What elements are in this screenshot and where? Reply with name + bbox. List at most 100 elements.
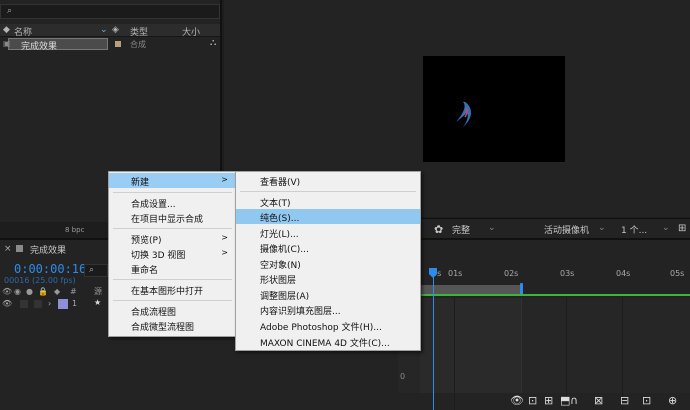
layer-index: 1: [72, 299, 78, 308]
ruler-tick: 04s: [616, 269, 631, 278]
menu-item-new[interactable]: 新建 >: [109, 173, 236, 188]
ruler-tick: 05s: [670, 269, 685, 278]
timeline-tab-label: 完成效果: [30, 246, 67, 256]
submenu-arrow-icon: >: [221, 175, 228, 184]
flowchart-icon[interactable]: ⛬: [210, 38, 216, 48]
work-area-bar[interactable]: [420, 285, 522, 294]
lock-toggle[interactable]: [34, 300, 42, 308]
menu-item-cinema4d-file[interactable]: MAXON CINEMA 4D 文件(C)...: [236, 334, 420, 349]
layer-label-swatch[interactable]: [58, 299, 68, 309]
menu-item-switch-3d-view[interactable]: 切换 3D 视图 >: [109, 246, 236, 261]
lock-icon[interactable]: 🔒: [38, 287, 48, 296]
menu-item-preview[interactable]: 预览(P) >: [109, 231, 236, 246]
graph-editor-toolbar: 👁 ⊡ ⊞ ⬒ ∩ ⊠ ⊟ ⊡ ⊕: [508, 394, 690, 410]
timeline-search-input[interactable]: ⌕: [84, 264, 108, 277]
menu-item-content-aware-fill-layer[interactable]: 内容识别填充图层...: [236, 302, 420, 317]
label-tag-icon: ◆: [54, 287, 61, 296]
submenu-arrow-icon: >: [221, 233, 228, 242]
grid-line: [454, 298, 455, 410]
composition-canvas[interactable]: [423, 56, 565, 162]
tag-icon: ◈: [112, 25, 119, 35]
expand-icon[interactable]: ⊞: [678, 223, 686, 234]
menu-item-camera[interactable]: 摄像机(C)...: [236, 240, 420, 255]
project-item-name[interactable]: ▣ 完成效果: [3, 38, 108, 52]
menu-separator: [113, 192, 232, 193]
fish-shape: [456, 101, 471, 127]
chevron-down-icon: ⌄: [488, 223, 496, 233]
views-dropdown[interactable]: 1 个...: [621, 223, 647, 236]
label-icon: ◆: [3, 25, 10, 35]
timeline-tab[interactable]: × 完成效果: [0, 242, 110, 256]
label-swatch[interactable]: [115, 41, 121, 47]
eye-icon[interactable]: 👁: [510, 394, 524, 407]
column-type[interactable]: 类型: [130, 25, 148, 38]
layer-track-bar[interactable]: [420, 298, 522, 393]
render-bar: [420, 294, 690, 296]
menu-item-text[interactable]: 文本(T): [236, 194, 420, 209]
ruler-tick: 01s: [448, 269, 463, 278]
audio-icon[interactable]: ◉: [14, 287, 21, 296]
search-icon: ⌕: [89, 265, 95, 275]
magnet-icon[interactable]: ∩: [570, 394, 578, 407]
menu-separator: [240, 191, 416, 192]
project-item-row[interactable]: ▣ 完成效果 合成 ⛬: [0, 38, 220, 52]
menu-separator: [113, 300, 232, 301]
solo-icon[interactable]: ●: [26, 287, 33, 296]
playhead-line[interactable]: [433, 268, 434, 410]
project-search-input[interactable]: ⌕: [0, 4, 220, 19]
menu-separator: [113, 228, 232, 229]
menu-item-rename[interactable]: 重命名: [109, 261, 236, 276]
ruler-tick: 02s: [504, 269, 519, 278]
layer-row[interactable]: 👁 › 1 ★: [0, 298, 108, 310]
new-submenu: 查看器(V) 文本(T) 纯色(S)... 灯光(L)... 摄像机(C)...…: [235, 171, 421, 351]
menu-item-light[interactable]: 灯光(L)...: [236, 225, 420, 240]
menu-item-open-essential-graphics[interactable]: 在基本图形中打开: [109, 282, 236, 297]
source-name-column[interactable]: 源: [94, 286, 102, 297]
chevron-down-icon: ⌄: [662, 223, 670, 233]
auto-zoom-icon[interactable]: ⬒: [560, 394, 570, 407]
submenu-arrow-icon: >: [221, 248, 228, 257]
menu-item-flowchart[interactable]: 合成流程图: [109, 303, 236, 318]
camera-dropdown[interactable]: 活动摄像机: [544, 223, 589, 236]
menu-item-adjustment-layer[interactable]: 调整图层(A): [236, 287, 420, 302]
frame-counter: 00016 (25.00 fps): [4, 276, 76, 285]
close-icon[interactable]: ×: [4, 244, 12, 254]
visibility-toggle-icon[interactable]: 👁: [2, 299, 12, 308]
graph-type-icon[interactable]: ⊡: [528, 394, 537, 407]
menu-item-photoshop-file[interactable]: Adobe Photoshop 文件(H)...: [236, 318, 420, 333]
graph-option-icon[interactable]: ⊕: [668, 394, 677, 407]
chevron-down-icon: ⌄: [598, 223, 606, 233]
menu-item-composition-settings[interactable]: 合成设置...: [109, 195, 236, 210]
composition-icon: ▣: [3, 39, 11, 48]
solo-toggle[interactable]: [20, 300, 28, 308]
snap-grid-icon[interactable]: ⊞: [544, 394, 553, 407]
ruler-tick: 03s: [560, 269, 575, 278]
context-menu: 新建 > 合成设置... 在项目中显示合成 预览(P) > 切换 3D 视图 >…: [108, 171, 237, 337]
project-item-type: 合成: [130, 40, 146, 49]
current-timecode[interactable]: 0:00:00:16: [14, 262, 86, 276]
color-wheel-icon[interactable]: ✿: [434, 223, 443, 236]
time-ruler[interactable]: 0s 01s 02s 03s 04s 05s: [420, 266, 690, 280]
menu-item-mini-flowchart[interactable]: 合成微型流程图: [109, 318, 236, 333]
bit-depth-label[interactable]: 8 bpc: [65, 226, 84, 234]
menu-item-reveal-in-project[interactable]: 在项目中显示合成: [109, 210, 236, 225]
search-icon: ⌕: [7, 6, 13, 16]
menu-item-shape-layer[interactable]: 形状图层: [236, 271, 420, 286]
fit-selection-icon[interactable]: ⊠: [594, 394, 603, 407]
menu-item-null-object[interactable]: 空对象(N): [236, 256, 420, 271]
menu-item-viewer[interactable]: 查看器(V): [236, 173, 420, 188]
graph-zero-label: 0: [400, 372, 406, 381]
keyframe-icon[interactable]: ⊡: [642, 394, 651, 407]
layer-column-header: 👁 ◉ ● 🔒 ◆ # 源: [0, 286, 108, 297]
menu-item-solid[interactable]: 纯色(S)...: [236, 209, 420, 224]
menu-separator: [113, 279, 232, 280]
layer-list-empty: [0, 311, 108, 410]
expand-chevron-icon[interactable]: ›: [48, 299, 51, 308]
sort-chevron-icon[interactable]: ⌄: [100, 25, 108, 35]
visibility-icon[interactable]: 👁: [2, 287, 12, 296]
column-name[interactable]: 名称: [14, 25, 32, 38]
column-size[interactable]: 大小: [182, 25, 200, 38]
easy-ease-icon[interactable]: ⊟: [620, 394, 629, 407]
number-column-icon: #: [70, 287, 77, 296]
resolution-dropdown[interactable]: 完整: [452, 223, 470, 236]
